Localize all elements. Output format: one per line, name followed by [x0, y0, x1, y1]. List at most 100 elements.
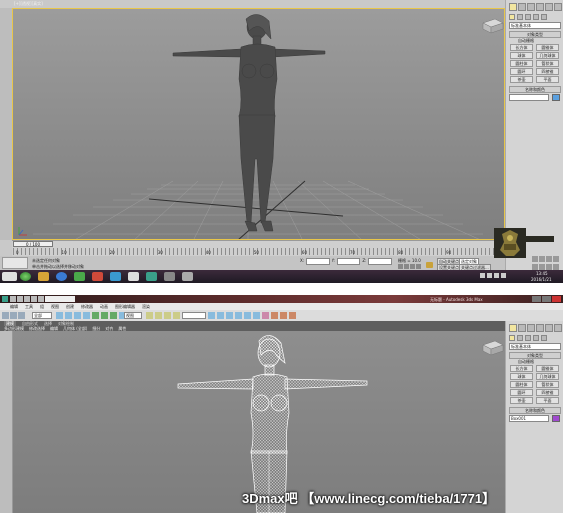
pan-icon[interactable] [539, 263, 545, 270]
motion-tab-icon[interactable] [536, 3, 544, 11]
y-coordinate-field[interactable] [336, 258, 361, 265]
snap-toggle-icon[interactable] [146, 312, 153, 319]
cylinder-button[interactable]: 圆柱体 [510, 60, 533, 67]
menu-graph-editors[interactable]: 图形编辑器 [115, 304, 135, 309]
cameras-icon[interactable] [533, 14, 539, 20]
utilities-tab-icon[interactable] [554, 3, 562, 11]
menu-animation[interactable]: 动画 [100, 304, 108, 309]
tray-icon[interactable] [480, 273, 485, 278]
spinner-snap-icon[interactable] [173, 312, 180, 319]
rectangular-selection-icon[interactable] [74, 312, 81, 319]
object-color-swatch[interactable] [552, 415, 560, 422]
perspective-viewport[interactable] [12, 331, 506, 513]
menu-group[interactable]: 组 [40, 304, 44, 309]
undo-tool-icon[interactable] [2, 312, 9, 319]
cameras-icon[interactable] [533, 335, 539, 341]
graphite-ribbon-icon[interactable] [235, 312, 242, 319]
sphere-button[interactable]: 球体 [510, 373, 533, 380]
app-icon[interactable] [182, 272, 193, 281]
menu-create[interactable]: 创建 [66, 304, 74, 309]
modify-tab-icon[interactable] [518, 3, 526, 11]
display-tab-icon[interactable] [545, 3, 553, 11]
app-logo-icon[interactable] [2, 296, 8, 302]
object-type-rollout[interactable]: 对象类型 [509, 31, 561, 38]
create-tab-icon[interactable] [509, 3, 517, 11]
helpers-icon[interactable] [541, 14, 547, 20]
geosphere-button[interactable]: 几何球体 [536, 52, 559, 59]
material-editor-icon[interactable] [262, 312, 269, 319]
browser-icon[interactable] [56, 272, 67, 281]
x-coordinate-field[interactable] [306, 258, 330, 265]
network-icon[interactable] [501, 273, 506, 278]
zoom-all-icon[interactable] [539, 256, 545, 262]
volume-icon[interactable] [494, 273, 499, 278]
name-color-rollout[interactable]: 名称和颜色 [509, 86, 561, 93]
plane-button[interactable]: 平面 [536, 76, 559, 83]
workspace-dropdown[interactable] [45, 296, 75, 302]
object-category-dropdown[interactable]: 标准基本体 [509, 22, 561, 29]
lights-icon[interactable] [525, 14, 531, 20]
reference-coordinate-dropdown[interactable]: 视图 [124, 312, 142, 319]
box-button[interactable]: 长方体 [510, 44, 533, 51]
pyramid-button[interactable]: 四棱锥 [536, 389, 559, 396]
create-tab-icon[interactable] [509, 324, 517, 332]
object-type-rollout[interactable]: 对象类型 [509, 352, 561, 359]
geometry-icon[interactable] [509, 14, 515, 20]
scale-icon[interactable] [110, 312, 117, 319]
play-icon[interactable] [410, 264, 415, 269]
z-coordinate-field[interactable] [368, 258, 393, 265]
maximize-icon[interactable] [542, 296, 551, 302]
box-button[interactable]: 长方体 [510, 365, 533, 372]
go-to-start-icon[interactable] [398, 264, 403, 269]
utilities-tab-icon[interactable] [554, 324, 562, 332]
wireframe-character-model[interactable] [177, 335, 368, 513]
orbit-icon[interactable] [546, 263, 552, 270]
save-file-icon[interactable] [24, 296, 30, 302]
desktop-widget-icon[interactable] [2, 272, 17, 281]
character-model[interactable] [172, 14, 326, 232]
plane-button[interactable]: 平面 [536, 397, 559, 404]
object-category-dropdown[interactable]: 标准基本体 [509, 343, 561, 350]
menu-edit[interactable]: 编辑 [10, 304, 18, 309]
angle-snap-icon[interactable] [155, 312, 162, 319]
link-icon[interactable] [18, 312, 25, 319]
undo-icon[interactable] [31, 296, 37, 302]
teapot-button[interactable]: 茶壶 [510, 76, 533, 83]
auto-grid-checkbox[interactable]: 自动栅格 [518, 359, 534, 364]
schematic-view-icon[interactable] [253, 312, 260, 319]
time-slider-handle[interactable]: 0 / 100 [13, 241, 53, 247]
field-of-view-icon[interactable] [532, 263, 538, 270]
window-crossing-icon[interactable] [83, 312, 90, 319]
new-file-icon[interactable] [10, 296, 16, 302]
next-frame-icon[interactable] [416, 264, 421, 269]
app-icon[interactable] [128, 272, 139, 281]
display-tab-icon[interactable] [545, 324, 553, 332]
cone-button[interactable]: 圆锥体 [536, 365, 559, 372]
tray-icon[interactable] [487, 273, 492, 278]
cone-button[interactable]: 圆锥体 [536, 44, 559, 51]
close-icon[interactable] [552, 296, 561, 302]
curve-editor-icon[interactable] [244, 312, 251, 319]
hierarchy-tab-icon[interactable] [527, 324, 535, 332]
object-color-swatch[interactable] [552, 94, 560, 101]
tube-button[interactable]: 管状体 [536, 60, 559, 67]
maximize-viewport-icon[interactable] [553, 263, 559, 270]
hierarchy-tab-icon[interactable] [527, 3, 535, 11]
menu-rendering[interactable]: 渲染 [142, 304, 150, 309]
app-icon[interactable] [110, 272, 121, 281]
modify-tab-icon[interactable] [518, 324, 526, 332]
teapot-button[interactable]: 茶壶 [510, 397, 533, 404]
open-file-icon[interactable] [17, 296, 23, 302]
cylinder-button[interactable]: 圆柱体 [510, 381, 533, 388]
align-icon[interactable] [217, 312, 224, 319]
mirror-icon[interactable] [208, 312, 215, 319]
geometry-icon[interactable] [509, 335, 515, 341]
zoom-extents-icon[interactable] [546, 256, 552, 262]
geosphere-button[interactable]: 几何球体 [536, 373, 559, 380]
previous-frame-icon[interactable] [404, 264, 409, 269]
3dsmax-taskbar-icon[interactable] [146, 272, 157, 281]
menu-views[interactable]: 视图 [51, 304, 59, 309]
app-icon[interactable] [164, 272, 175, 281]
file-explorer-icon[interactable] [38, 272, 49, 281]
move-icon[interactable] [92, 312, 99, 319]
